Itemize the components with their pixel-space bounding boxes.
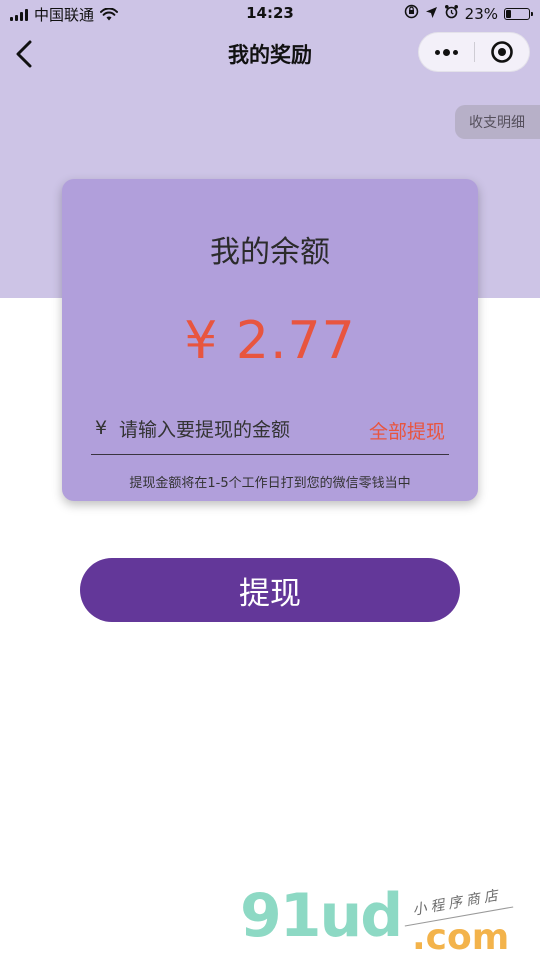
more-dots-icon-center — [442, 48, 450, 56]
balance-card: 我的余额 ¥ 2.77 ¥ 全部提现 提现金额将在1-5个工作日打到您的微信零钱… — [62, 179, 478, 501]
watermark-domain: .com — [412, 917, 510, 958]
battery-level — [506, 9, 511, 18]
status-bar: 中国联通 14:23 23% — [0, 0, 540, 26]
battery-percent: 23% — [464, 4, 498, 23]
more-dots-icon — [434, 49, 440, 55]
withdraw-note: 提现金额将在1-5个工作日打到您的微信零钱当中 — [129, 476, 411, 491]
card-title: 我的余额 — [210, 235, 330, 270]
withdraw-all-button[interactable]: 全部提现 — [369, 417, 445, 444]
status-right: 23% — [404, 4, 533, 23]
location-icon — [425, 5, 438, 23]
battery-icon — [504, 7, 533, 20]
watermark-logo: 91ud — [240, 881, 403, 951]
details-button[interactable]: 收支明细 — [455, 105, 540, 139]
rotation-lock-icon — [404, 4, 419, 23]
target-close-icon — [490, 41, 513, 63]
withdraw-button[interactable]: 提现 — [80, 558, 460, 622]
close-button[interactable] — [474, 33, 529, 71]
mini-program-capsule — [418, 32, 530, 72]
withdraw-amount-input[interactable] — [119, 413, 349, 447]
alarm-icon — [444, 4, 459, 23]
nav-bar: 我的奖励 — [0, 26, 540, 82]
currency-sign: ¥ — [95, 417, 108, 439]
watermark: 91ud 小程序商店 .com — [236, 881, 532, 958]
more-button[interactable] — [419, 33, 474, 71]
more-dots-icon-right — [452, 49, 458, 55]
amount-row: ¥ 全部提现 — [91, 411, 449, 455]
balance-amount: ¥ 2.77 — [184, 311, 356, 371]
watermark-tagline: 小程序商店 — [411, 887, 503, 919]
